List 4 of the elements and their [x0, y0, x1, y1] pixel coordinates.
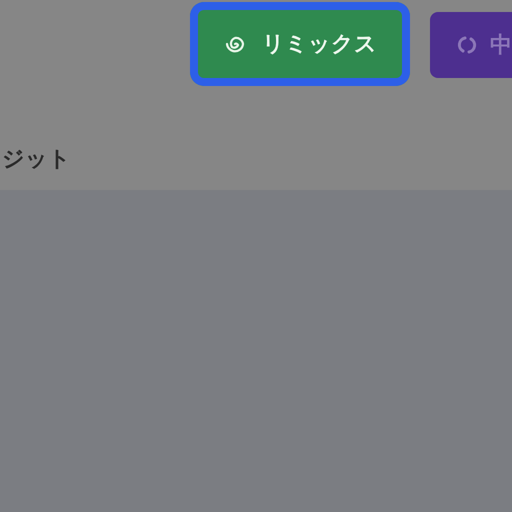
action-button[interactable]: 中	[430, 12, 512, 78]
remix-button[interactable]: リミックス	[190, 2, 410, 86]
section-title: ジット	[1, 146, 71, 174]
refresh-icon	[456, 34, 478, 56]
